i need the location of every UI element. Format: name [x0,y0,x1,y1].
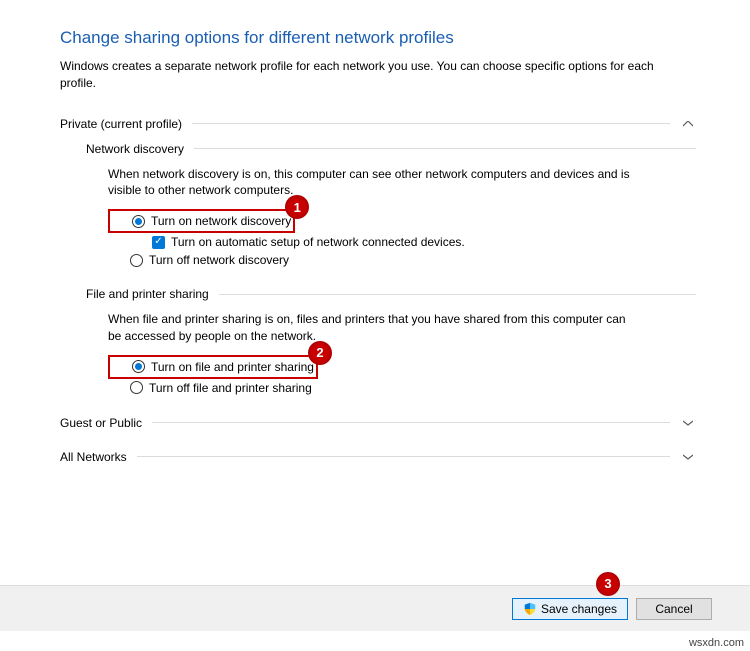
divider [152,422,670,423]
network-discovery-description: When network discovery is on, this compu… [108,166,638,200]
radio-icon [132,215,145,228]
checkbox-auto-setup[interactable]: ✓ Turn on automatic setup of network con… [152,233,696,251]
group-label: Network discovery [86,142,184,156]
radio-label: Turn off network discovery [149,251,289,269]
watermark: wsxdn.com [689,637,744,649]
group-file-printer: File and printer sharing [86,287,696,301]
divider [219,294,696,295]
section-all-networks[interactable]: All Networks [60,449,696,465]
page-title: Change sharing options for different net… [60,28,696,48]
radio-turn-on-network-discovery[interactable]: Turn on network discovery [132,212,291,230]
save-changes-button[interactable]: Save changes [512,598,628,620]
highlight-1: Turn on network discovery [108,209,295,233]
radio-turn-off-file-printer[interactable]: Turn off file and printer sharing [130,379,696,397]
group-network-discovery: Network discovery [86,142,696,156]
cancel-button-label: Cancel [655,602,692,616]
radio-icon [130,254,143,267]
group-label: File and printer sharing [86,287,209,301]
radio-turn-off-network-discovery[interactable]: Turn off network discovery [130,251,696,269]
radio-label: Turn off file and printer sharing [149,379,312,397]
chevron-up-icon [680,116,696,132]
checkbox-label: Turn on automatic setup of network conne… [171,233,465,251]
divider [194,148,696,149]
callout-3: 3 [596,572,620,596]
divider [137,456,670,457]
radio-label: Turn on file and printer sharing [151,358,314,376]
radio-icon [130,381,143,394]
section-private[interactable]: Private (current profile) [60,116,696,132]
section-private-label: Private (current profile) [60,117,182,131]
section-guest[interactable]: Guest or Public [60,415,696,431]
section-guest-label: Guest or Public [60,416,142,430]
file-printer-description: When file and printer sharing is on, fil… [108,311,638,345]
cancel-button[interactable]: Cancel [636,598,712,620]
highlight-2: Turn on file and printer sharing [108,355,318,379]
shield-icon [523,602,537,616]
checkbox-icon: ✓ [152,236,165,249]
page-description: Windows creates a separate network profi… [60,58,670,92]
chevron-down-icon [680,449,696,465]
section-all-label: All Networks [60,450,127,464]
callout-1: 1 [285,195,309,219]
radio-label: Turn on network discovery [151,212,291,230]
chevron-down-icon [680,415,696,431]
save-button-label: Save changes [541,602,617,616]
footer-bar: 3 Save changes Cancel [0,585,750,631]
divider [192,123,670,124]
radio-icon [132,360,145,373]
callout-2: 2 [308,341,332,365]
radio-turn-on-file-printer[interactable]: Turn on file and printer sharing [132,358,314,376]
